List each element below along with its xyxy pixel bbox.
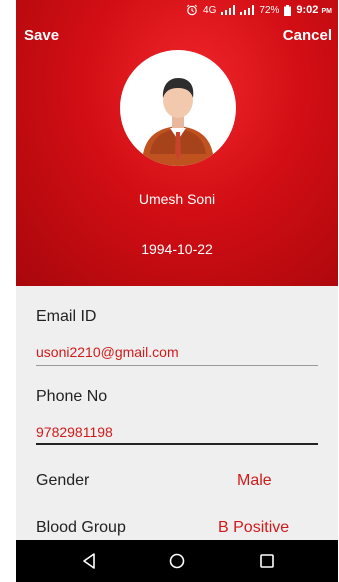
status-bar: 4G 72% 9:02 PM — [16, 0, 338, 22]
back-icon[interactable] — [79, 550, 101, 572]
clock-time: 9:02 — [296, 4, 319, 16]
gender-label: Gender — [36, 472, 90, 489]
email-underline — [36, 365, 318, 366]
signal-icon — [240, 5, 255, 15]
cancel-button[interactable]: Cancel — [283, 27, 332, 44]
profile-form: Email ID usoni2210@gmail.com Phone No 97… — [16, 286, 338, 540]
phone-underline — [36, 443, 318, 445]
network-type: 4G — [203, 4, 217, 16]
gender-value[interactable]: Male — [237, 472, 272, 490]
blood-group-label: Blood Group — [36, 519, 126, 536]
battery-percent: 72% — [259, 4, 280, 16]
battery-icon — [284, 4, 292, 16]
home-icon[interactable] — [166, 550, 188, 572]
blood-group-value[interactable]: B Positive — [218, 519, 289, 537]
recents-icon[interactable] — [256, 550, 278, 572]
save-button[interactable]: Save — [24, 27, 59, 44]
email-field[interactable]: usoni2210@gmail.com — [36, 344, 179, 360]
profile-header: 4G 72% 9:02 PM Save Cancel Umesh Soni 19… — [16, 0, 338, 286]
profile-dob: 1994-10-22 — [141, 241, 213, 257]
avatar[interactable] — [120, 50, 236, 166]
status-icons: 4G 72% 9:02 PM — [186, 4, 332, 16]
signal-icon — [221, 5, 236, 15]
email-label: Email ID — [36, 308, 97, 325]
clock: 9:02 PM — [296, 4, 332, 16]
phone-screen: 4G 72% 9:02 PM Save Cancel Umesh Soni 19… — [16, 0, 338, 582]
person-avatar — [142, 78, 214, 166]
nav-bar — [16, 540, 338, 582]
alarm-icon — [186, 4, 198, 16]
phone-label: Phone No — [36, 388, 108, 405]
profile-name: Umesh Soni — [138, 191, 216, 207]
clock-ampm: PM — [321, 8, 333, 15]
phone-field[interactable]: 9782981198 — [36, 424, 113, 440]
